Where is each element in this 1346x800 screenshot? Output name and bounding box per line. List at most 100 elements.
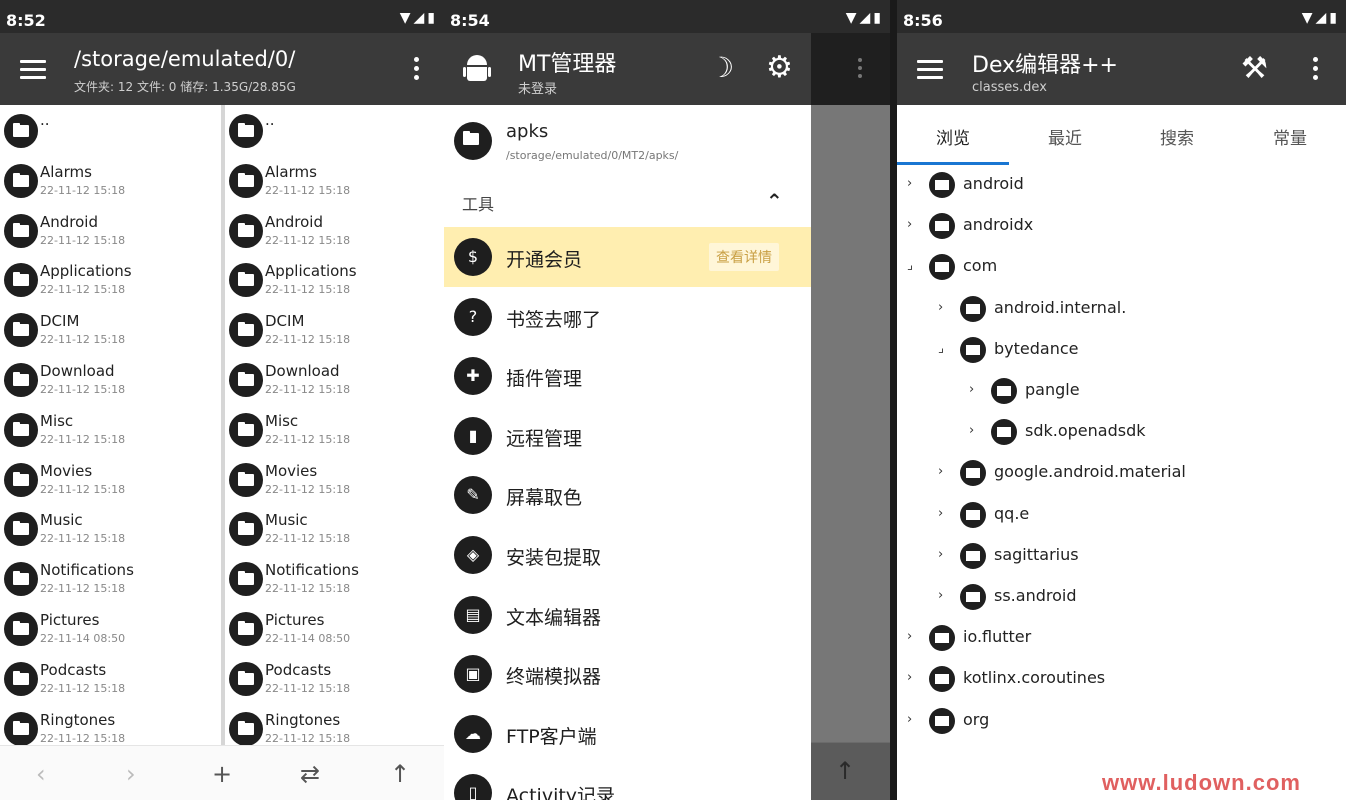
file-name: Movies — [265, 461, 318, 480]
tree-node[interactable]: › android.internal. — [897, 290, 1346, 330]
chevron-right-icon[interactable]: › — [938, 588, 948, 603]
settings-icon[interactable]: ⚙ — [766, 50, 793, 85]
swap-panes-button[interactable]: ⇄ — [300, 760, 320, 788]
file-row[interactable]: Android 22-11-12 15:18 — [225, 205, 444, 255]
tree-node[interactable]: › io.flutter — [897, 619, 1346, 659]
drawer-item[interactable]: ✚ 插件管理 — [444, 346, 811, 406]
drawer-item[interactable]: ✎ 屏幕取色 — [444, 465, 811, 525]
left-file-pane[interactable]: .. Alarms 22-11-12 15:18 Android 22-11-12 15… — [0, 105, 222, 745]
chevron-right-icon[interactable]: › — [907, 176, 917, 191]
file-date: 22-11-12 15:18 — [40, 532, 126, 546]
chevron-right-icon[interactable]: › — [938, 547, 948, 562]
file-row[interactable]: Podcasts 22-11-12 15:18 — [225, 653, 444, 703]
tool-icon: ▣ — [454, 655, 492, 694]
file-row[interactable]: Applications 22-11-12 15:18 — [225, 254, 444, 304]
file-row[interactable]: Alarms 22-11-12 15:18 — [225, 155, 444, 205]
file-row[interactable]: Alarms 22-11-12 15:18 — [0, 155, 222, 205]
vip-detail-button[interactable]: 查看详情 — [709, 243, 779, 271]
tab-browse[interactable]: 浏览 — [936, 124, 970, 149]
chevron-right-icon[interactable]: › — [907, 712, 917, 727]
file-manager-screen: 8:52 ▼◢▮ /storage/emulated/0/ 文件夹: 12 文件… — [0, 0, 444, 800]
file-row[interactable]: Misc 22-11-12 15:18 — [0, 404, 222, 454]
tree-node[interactable]: › kotlinx.coroutines — [897, 660, 1346, 700]
tree-node[interactable]: › qq.e — [897, 496, 1346, 536]
chevron-right-icon[interactable]: › — [938, 300, 948, 315]
tree-node[interactable]: ⌟ com — [897, 248, 1346, 288]
drawer-item[interactable]: ◈ 安装包提取 — [444, 525, 811, 585]
up-button[interactable]: ↑ — [390, 760, 410, 788]
night-mode-icon[interactable]: ☽ — [709, 51, 734, 84]
menu-icon[interactable] — [917, 60, 943, 80]
folder-icon — [4, 711, 38, 745]
tree-node[interactable]: › google.android.material — [897, 454, 1346, 494]
file-name: DCIM — [40, 312, 80, 331]
bookmark-apks[interactable]: apks /storage/emulated/0/MT2/apks/ — [444, 109, 811, 173]
file-row[interactable]: Movies 22-11-12 15:18 — [225, 454, 444, 504]
file-row[interactable]: Download 22-11-12 15:18 — [225, 354, 444, 404]
overflow-menu-icon[interactable] — [1313, 57, 1319, 84]
file-row[interactable]: Pictures 22-11-14 08:50 — [0, 603, 222, 653]
package-name: com — [963, 256, 998, 276]
file-row[interactable]: Applications 22-11-12 15:18 — [0, 254, 222, 304]
tree-node[interactable]: › org — [897, 702, 1346, 742]
file-row[interactable]: Podcasts 22-11-12 15:18 — [0, 653, 222, 703]
overflow-menu-icon[interactable] — [414, 57, 420, 84]
tree-node[interactable]: › sdk.openadsdk — [897, 413, 1346, 453]
tree-node[interactable]: ⌟ bytedance — [897, 331, 1346, 371]
add-button[interactable]: + — [212, 760, 232, 788]
drawer-item[interactable]: ▣ 终端模拟器 — [444, 644, 811, 704]
drawer-item[interactable]: ☁ FTP客户端 — [444, 704, 811, 764]
file-row[interactable]: Pictures 22-11-14 08:50 — [225, 603, 444, 653]
chevron-right-icon[interactable]: › — [907, 670, 917, 685]
forward-button[interactable]: › — [126, 760, 136, 788]
file-date: 22-11-12 15:18 — [40, 283, 126, 297]
file-row[interactable]: Notifications 22-11-12 15:18 — [0, 553, 222, 603]
menu-icon[interactable] — [20, 60, 46, 80]
file-row[interactable]: Music 22-11-12 15:18 — [225, 503, 444, 553]
app-bar: /storage/emulated/0/ 文件夹: 12 文件: 0 储存: 1… — [0, 33, 444, 105]
chevron-right-icon[interactable]: › — [938, 506, 948, 521]
file-date: 22-11-12 15:18 — [265, 681, 351, 695]
folder-icon — [229, 213, 263, 248]
file-row[interactable]: Misc 22-11-12 15:18 — [225, 404, 444, 454]
right-file-pane[interactable]: .. Alarms 22-11-12 15:18 Android 22-11-12 15… — [225, 105, 444, 745]
tab-recent[interactable]: 最近 — [1048, 124, 1082, 149]
tree-node[interactable]: › android — [897, 166, 1346, 206]
tree-node[interactable]: › sagittarius — [897, 537, 1346, 577]
file-row[interactable]: Ringtones 22-11-12 15:18 — [0, 703, 222, 745]
tab-search[interactable]: 搜索 — [1160, 124, 1194, 149]
drawer-item[interactable]: ? 书签去哪了 — [444, 287, 811, 347]
expanded-icon[interactable]: ⌟ — [938, 341, 948, 356]
chevron-right-icon[interactable]: › — [969, 382, 979, 397]
tree-node[interactable]: › androidx — [897, 207, 1346, 247]
file-row[interactable]: Android 22-11-12 15:18 — [0, 205, 222, 255]
drawer-item[interactable]: $ 开通会员 查看详情 — [444, 227, 811, 287]
file-row[interactable]: Music 22-11-12 15:18 — [0, 503, 222, 553]
file-row[interactable]: Ringtones 22-11-12 15:18 — [225, 703, 444, 745]
build-hammer-icon[interactable]: ⚒ — [1241, 51, 1268, 86]
file-row[interactable]: Movies 22-11-12 15:18 — [0, 454, 222, 504]
drawer-item[interactable]: ▤ 文本编辑器 — [444, 585, 811, 645]
tree-node[interactable]: › pangle — [897, 372, 1346, 412]
tab-constants[interactable]: 常量 — [1273, 124, 1307, 149]
file-row[interactable]: Download 22-11-12 15:18 — [0, 354, 222, 404]
chevron-right-icon[interactable]: › — [907, 217, 917, 232]
back-button[interactable]: ‹ — [36, 760, 46, 788]
section-tools[interactable]: 工具 ⌃ — [444, 179, 811, 221]
chevron-right-icon[interactable]: › — [907, 629, 917, 644]
file-row[interactable]: DCIM 22-11-12 15:18 — [0, 304, 222, 354]
tree-node[interactable]: › ss.android — [897, 578, 1346, 618]
file-date: 22-11-12 15:18 — [265, 582, 351, 596]
chevron-right-icon[interactable]: › — [938, 464, 948, 479]
login-status[interactable]: 未登录 — [518, 78, 557, 97]
chevron-up-icon[interactable]: ⌃ — [766, 189, 783, 213]
drawer-item[interactable]: ▯ Activity记录 — [444, 763, 811, 800]
file-row[interactable]: .. — [225, 105, 444, 155]
file-name: Android — [40, 212, 98, 231]
chevron-right-icon[interactable]: › — [969, 423, 979, 438]
file-row[interactable]: DCIM 22-11-12 15:18 — [225, 304, 444, 354]
file-row[interactable]: Notifications 22-11-12 15:18 — [225, 553, 444, 603]
file-row[interactable]: .. — [0, 105, 222, 155]
expanded-icon[interactable]: ⌟ — [907, 258, 917, 273]
drawer-item[interactable]: ▮ 远程管理 — [444, 406, 811, 466]
